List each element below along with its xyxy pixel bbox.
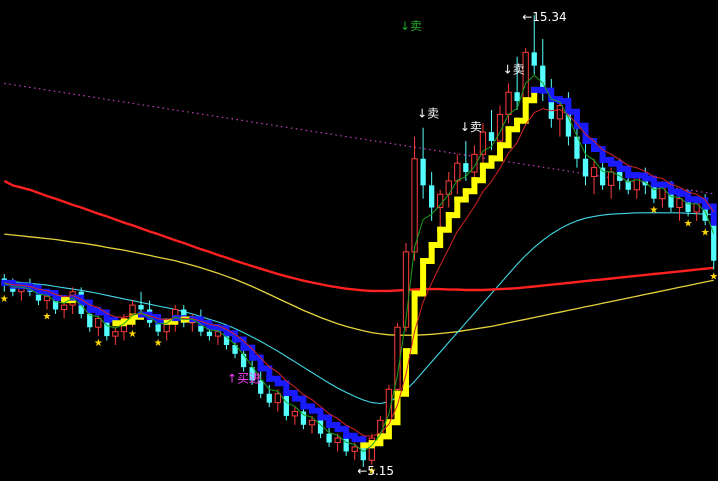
candle-body: [488, 132, 495, 142]
sell-signal-1: ↓卖: [417, 107, 439, 121]
candle-body: [360, 446, 366, 461]
star-marker-2: ★: [94, 338, 103, 349]
candle-body: [411, 158, 418, 253]
high-price-label: ←15.34: [522, 10, 566, 24]
candle-body: [394, 326, 401, 390]
candle-body: [505, 91, 512, 115]
star-marker-7: ★: [684, 218, 693, 229]
candle-body: [420, 158, 426, 186]
chart-background: [0, 0, 718, 481]
buy-signal-label: ↑买进: [227, 371, 261, 385]
sell-signal-0: ↓卖: [400, 19, 422, 33]
candle-body: [556, 105, 564, 120]
star-marker-8: ★: [701, 227, 710, 238]
candle-body: [463, 163, 469, 173]
candle-body: [676, 198, 683, 209]
candle-body: [60, 304, 68, 311]
star-marker-6: ★: [649, 205, 658, 216]
candle-body: [445, 180, 452, 195]
candle-body: [266, 393, 272, 403]
candle-body: [599, 167, 606, 186]
candle-body: [87, 313, 93, 328]
candle-body: [582, 158, 589, 177]
candle-body: [291, 410, 299, 417]
candlestick-chart: ★★★★★★★★★★↓卖↓卖↓卖↓卖↑买进 ←15.34 ←5.15: [0, 0, 718, 481]
candle-body: [590, 167, 598, 177]
candle-body: [274, 393, 281, 404]
low-price-label: ←5.15: [357, 464, 394, 478]
candle-body: [95, 317, 102, 328]
candle-body: [240, 353, 247, 368]
candle-body: [693, 202, 700, 213]
star-marker-4: ★: [154, 338, 163, 349]
candle-body: [283, 393, 289, 416]
star-marker-1: ★: [43, 312, 52, 323]
candle-body: [206, 331, 213, 337]
candle-body: [514, 92, 520, 102]
sell-signal-3: ↓卖: [503, 62, 525, 76]
candle-body: [531, 52, 537, 66]
candle-body: [608, 171, 615, 186]
candle-body: [711, 220, 717, 261]
candle-body: [429, 185, 435, 208]
candle-body: [326, 433, 332, 443]
candle-body: [343, 438, 349, 452]
star-marker-0: ★: [0, 294, 9, 305]
star-marker-9: ★: [709, 272, 718, 283]
candle-body: [112, 331, 119, 337]
candle-43: [368, 433, 375, 465]
candle-body: [308, 419, 316, 426]
candle-body: [522, 51, 529, 102]
candle-body: [138, 305, 144, 310]
candle-body: [454, 162, 461, 182]
star-marker-3: ★: [128, 329, 137, 340]
candle-body: [334, 437, 341, 444]
sell-signal-2: ↓卖: [460, 120, 482, 134]
candle-body: [351, 446, 358, 452]
